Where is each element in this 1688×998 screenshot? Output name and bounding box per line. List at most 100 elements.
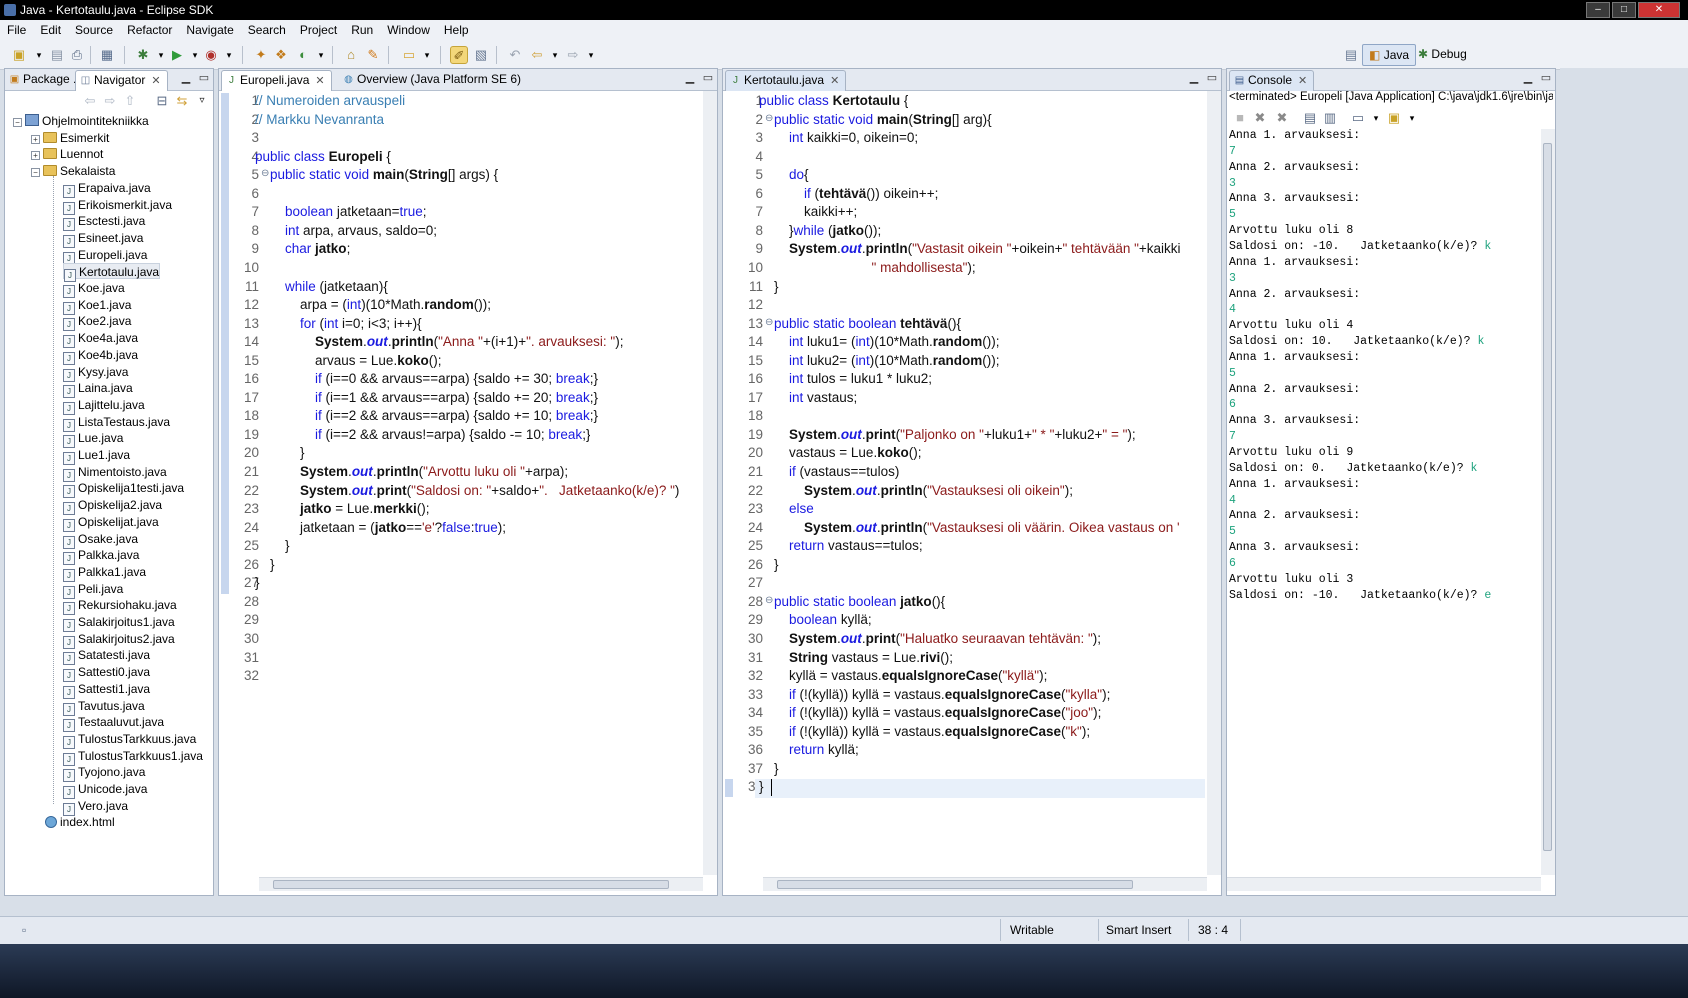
remove-all-terminated-icon[interactable]: ✖ [1273,109,1291,127]
menu-navigate[interactable]: Navigate [179,20,240,40]
maximize-window-button[interactable]: □ [1612,2,1636,18]
display-selected-console-icon[interactable]: ▭ [1349,109,1367,127]
tree-file[interactable]: J Koe.java [63,280,125,298]
tree-file[interactable]: J Erikoismerkit.java [63,197,172,215]
minimize-view-icon[interactable]: ▁ [1187,71,1201,85]
menu-edit[interactable]: Edit [33,20,68,40]
close-tab-icon[interactable]: ✕ [315,75,324,87]
tab-kertotaulu-java[interactable]: J Kertotaulu.java ✕ [725,70,847,91]
tree-file[interactable]: J Palkka.java [63,547,139,566]
menu-project[interactable]: Project [293,20,344,40]
tree-file[interactable]: J Satatesti.java [63,647,150,666]
new-class-dropdown-icon[interactable]: ▾ [312,46,330,64]
new-dropdown-icon[interactable]: ▾ [30,46,48,64]
minimize-window-button[interactable]: – [1586,2,1610,18]
collapse-icon[interactable]: − [13,118,22,127]
console-output[interactable]: Anna 1. arvauksesi: 7 Anna 2. arvauksesi: 3… [1227,129,1541,877]
tree-file[interactable]: J Sattesti0.java [63,664,150,683]
open-type-icon[interactable]: ⌂ [342,46,360,64]
remove-launch-icon[interactable]: ✖ [1251,109,1269,127]
clear-console-icon[interactable]: ▤ [1301,109,1319,127]
close-tab-icon[interactable]: ✕ [830,75,839,87]
save-icon[interactable]: ▤ [48,46,66,64]
tab-console[interactable]: ▤ Console ✕ [1229,70,1315,91]
view-menu-icon[interactable]: ▿ [193,92,211,110]
tree-file[interactable]: J Osake.java [63,531,138,549]
tree-file[interactable]: J Koe4a.java [63,330,138,349]
tab-navigator[interactable]: ◫ Navigator ✕ [75,70,168,91]
maximize-view-icon[interactable]: ▭ [197,71,211,85]
tree-file[interactable]: J Nimentoisto.java [63,464,167,482]
tree-file[interactable]: J Tyojono.java [63,764,145,783]
close-window-button[interactable]: ✕ [1638,2,1680,18]
back-icon[interactable]: ⇦ [81,92,99,110]
horizontal-scrollbar[interactable] [763,877,1207,891]
menu-run[interactable]: Run [344,20,380,40]
minimize-view-icon[interactable]: ▁ [683,71,697,85]
expand-icon[interactable]: + [31,151,40,161]
open-folder-dropdown-icon[interactable]: ▾ [418,46,436,64]
menu-source[interactable]: Source [68,20,120,40]
open-console-icon[interactable]: ▣ [1385,109,1403,127]
tree-file[interactable]: J ListaTestaus.java [63,414,170,432]
show-whitespace-icon[interactable]: ▧ [472,46,490,64]
forward-icon[interactable]: ⇨ [101,92,119,110]
open-perspective-icon[interactable]: ▤ [1342,46,1360,64]
menu-refactor[interactable]: Refactor [120,20,179,40]
tree-file[interactable]: J Koe1.java [63,297,131,315]
open-folder-icon[interactable]: ▭ [400,46,418,64]
tree-file[interactable]: J Kertotaulu.java [63,263,161,283]
tree-file[interactable]: J Vero.java [63,798,128,816]
tree-file[interactable]: J Europeli.java [63,247,147,265]
tree-file[interactable]: J Opiskelija1testi.java [63,480,184,499]
tree-file-html[interactable]: index.html [45,814,115,830]
tree-file[interactable]: J Laina.java [63,380,133,399]
menu-help[interactable]: Help [437,20,476,40]
tree-file[interactable]: J Rekursiohaku.java [63,597,177,616]
tree-file[interactable]: J Koe2.java [63,313,131,332]
forward-icon[interactable]: ⇨ [564,46,582,64]
forward-dropdown-icon[interactable]: ▾ [582,46,600,64]
up-icon[interactable]: ⇧ [121,92,139,110]
tree-file[interactable]: J Testaaluvut.java [63,714,164,733]
tree-file[interactable]: J Opiskelija2.java [63,497,162,516]
back-dropdown-icon[interactable]: ▾ [546,46,564,64]
close-tab-icon[interactable]: ✕ [151,75,160,87]
tab-europeli-java[interactable]: J Europeli.java ✕ [221,70,332,91]
tree-project[interactable]: − Ohjelmointitekniikka [13,113,149,129]
fast-view-icon[interactable]: ▫ [22,923,26,937]
print-icon[interactable]: ⎙ [68,46,86,64]
tree-folder[interactable]: − Sekalaista [31,163,115,179]
tree-file[interactable]: J Lue.java [63,430,123,449]
debug-icon[interactable]: ✱ [134,46,152,64]
minimize-view-icon[interactable]: ▁ [179,71,193,85]
open-console-dropdown-icon[interactable]: ▾ [1403,109,1421,127]
tree-file[interactable]: J Sattesti1.java [63,681,150,699]
close-tab-icon[interactable]: ✕ [1298,75,1307,87]
vertical-scrollbar[interactable] [1541,129,1555,875]
perspective-java[interactable]: ◧ Java [1362,44,1417,66]
tree-file[interactable]: J Erapaiva.java [63,180,151,198]
tree-file[interactable]: J Palkka1.java [63,564,146,582]
scrollbar-thumb[interactable] [273,880,669,889]
tree-file[interactable]: J Lajittelu.java [63,397,145,415]
maximize-view-icon[interactable]: ▭ [701,71,715,85]
search-icon[interactable]: ✎ [364,46,382,64]
scroll-lock-icon[interactable]: ▥ [1321,109,1339,127]
new-icon[interactable]: ▣ [10,46,28,64]
new-java-project-icon[interactable]: ✦ [252,46,270,64]
new-package-icon[interactable]: ❖ [272,46,290,64]
horizontal-scrollbar[interactable] [259,877,703,891]
menu-file[interactable]: File [0,20,33,40]
tree-file[interactable]: J Salakirjoitus1.java [63,614,175,632]
maximize-view-icon[interactable]: ▭ [1539,71,1553,85]
menu-search[interactable]: Search [241,20,293,40]
link-with-editor-icon[interactable]: ⇆ [173,92,191,110]
tree-file[interactable]: J Salakirjoitus2.java [63,631,175,649]
vertical-scrollbar[interactable] [1207,91,1221,875]
tree-file[interactable]: J TulostusTarkkuus1.java [63,748,203,766]
tree-folder[interactable]: + Esimerkit [31,130,109,146]
menu-window[interactable]: Window [380,20,437,40]
tab-overview-javadoc[interactable]: ◍ Overview (Java Platform SE 6) [339,70,527,91]
expand-icon[interactable]: + [31,134,40,144]
